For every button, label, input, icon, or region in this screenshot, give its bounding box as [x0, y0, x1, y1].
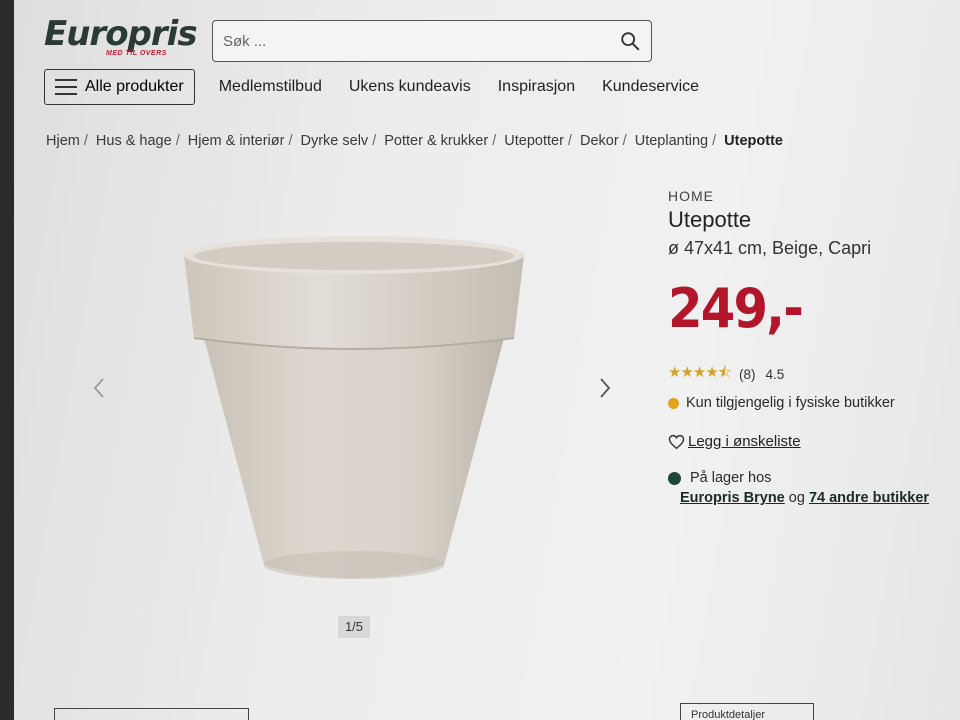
availability-status: Kun tilgjengelig i fysiske butikker	[668, 395, 958, 411]
product-price: 249,-	[668, 277, 804, 340]
logo-tagline: MED TIL OVERS	[106, 50, 167, 57]
all-products-label: Alle produkter	[85, 78, 184, 95]
chevron-left-icon[interactable]	[92, 376, 106, 400]
all-products-button[interactable]: Alle produkter	[44, 69, 195, 105]
product-info: HOME Utepotte ø 47x41 cm, Beige, Capri 2…	[668, 188, 958, 506]
browser-screen: Europris MED TIL OVERS Alle produkter Me…	[14, 0, 960, 720]
stock-label: På lager hos	[690, 470, 772, 486]
nav-medlemstilbud[interactable]: Medlemstilbud	[219, 78, 322, 96]
product-brand[interactable]: HOME	[668, 188, 958, 204]
breadcrumb-item[interactable]: Dyrke selv	[301, 133, 369, 149]
rating-count: (8)	[739, 367, 756, 382]
heart-icon	[668, 434, 685, 449]
search-bar	[212, 20, 652, 62]
product-image	[184, 236, 524, 579]
breadcrumb-item[interactable]: Dekor	[580, 133, 619, 149]
breadcrumb-item[interactable]: Hus & hage	[96, 133, 172, 149]
stock-status: På lager hos Europris Bryne og 74 andre …	[668, 470, 958, 506]
store-link[interactable]: Europris Bryne	[680, 490, 785, 506]
product-rating[interactable]: ★★★★⯪ (8) 4.5	[668, 362, 958, 387]
availability-dot-icon	[668, 397, 679, 409]
rating-value: 4.5	[765, 367, 785, 382]
product-details-button[interactable]: Produktdetaljer	[680, 703, 814, 720]
nav-inspirasjon[interactable]: Inspirasjon	[498, 78, 575, 96]
product-title: Utepotte	[668, 207, 752, 232]
site-header: Europris MED TIL OVERS Alle produkter Me…	[14, 0, 960, 120]
europris-logo[interactable]: Europris	[44, 14, 198, 54]
search-input[interactable]	[223, 32, 619, 50]
product-gallery: 1/5	[74, 180, 654, 660]
breadcrumb-item[interactable]: Hjem & interiør	[188, 133, 285, 149]
in-stock-dot-icon	[668, 471, 681, 485]
nav-kundeservice[interactable]: Kundeservice	[602, 78, 699, 96]
breadcrumb-item[interactable]: Utepotter	[504, 133, 564, 149]
chevron-right-icon[interactable]	[598, 376, 612, 400]
product-variant: ø 47x41 cm, Beige, Capri	[668, 238, 872, 258]
bottom-left-button[interactable]	[54, 708, 249, 720]
breadcrumb-item[interactable]: Hjem	[46, 133, 80, 149]
breadcrumb-item[interactable]: Uteplanting	[635, 133, 708, 149]
hamburger-icon	[55, 79, 77, 95]
main-nav: Alle produkter Medlemstilbud Ukens kunde…	[44, 68, 726, 106]
star-rating-icon: ★★★★⯪	[668, 364, 732, 381]
availability-text: Kun tilgjengelig i fysiske butikker	[686, 395, 895, 411]
image-counter: 1/5	[338, 616, 370, 638]
nav-ukens-kundeavis[interactable]: Ukens kundeavis	[349, 78, 471, 96]
add-to-wishlist-link[interactable]: Legg i ønskeliste	[668, 433, 958, 450]
other-stores-link[interactable]: 74 andre butikker	[809, 490, 929, 506]
breadcrumb-item[interactable]: Potter & krukker	[384, 133, 488, 149]
stock-and: og	[788, 490, 805, 506]
breadcrumb: Hjem / Hus & hage / Hjem & interiør / Dyrke…	[46, 133, 783, 149]
wishlist-label: Legg i ønskeliste	[688, 433, 801, 450]
search-icon[interactable]	[619, 30, 641, 52]
breadcrumb-current: Utepotte	[724, 133, 783, 149]
